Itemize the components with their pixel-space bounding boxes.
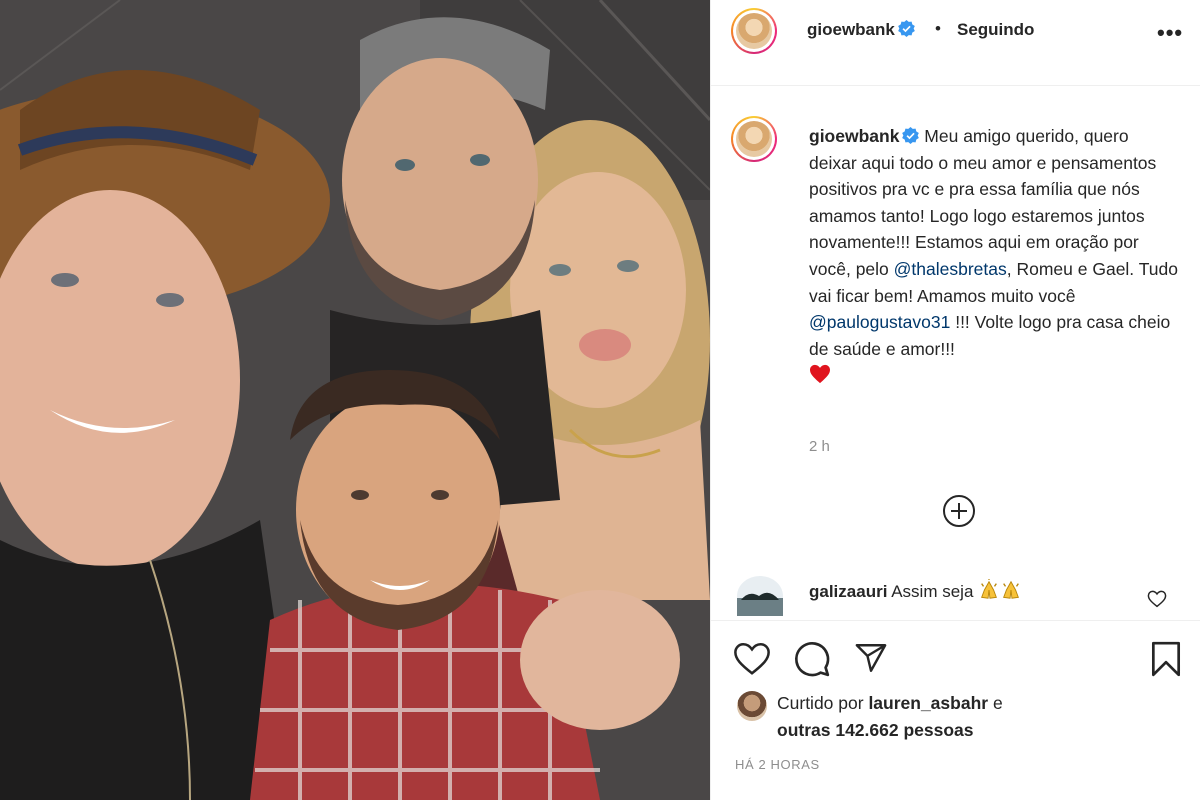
likes-middle: e bbox=[988, 693, 1003, 713]
save-bookmark-icon[interactable] bbox=[1149, 640, 1183, 678]
like-heart-icon[interactable] bbox=[733, 641, 771, 677]
comment-item: galizaauri Assim seja bbox=[809, 579, 1022, 602]
mention-link[interactable]: @thalesbretas bbox=[894, 259, 1007, 279]
comment-username[interactable]: galizaauri bbox=[809, 582, 887, 601]
caption-time: 2 h bbox=[809, 438, 830, 455]
post-actions: Curtido por lauren_asbahr e outras 142.66… bbox=[711, 620, 1200, 800]
caption-author-avatar[interactable] bbox=[731, 116, 777, 162]
commenter-avatar[interactable] bbox=[737, 576, 783, 616]
following-button[interactable]: Seguindo bbox=[957, 20, 1034, 40]
post-header: gioewbank • Seguindo ••• bbox=[711, 0, 1200, 86]
author-avatar[interactable] bbox=[731, 8, 777, 54]
group-selfie-image bbox=[0, 0, 710, 800]
praying-hands-emoji-icon bbox=[981, 579, 998, 599]
red-heart-emoji-icon bbox=[810, 365, 830, 384]
header-separator: • bbox=[935, 19, 941, 38]
liker-avatar[interactable] bbox=[737, 691, 767, 721]
likes-prefix: Curtido por bbox=[777, 693, 869, 713]
likes-others-link[interactable]: outras 142.662 pessoas bbox=[777, 720, 974, 740]
post-timestamp: HÁ 2 HORAS bbox=[735, 757, 820, 772]
comment-like-heart-icon[interactable] bbox=[1147, 590, 1167, 608]
caption-username[interactable]: gioewbank bbox=[809, 126, 899, 146]
likes-summary: Curtido por lauren_asbahr e outras 142.66… bbox=[777, 690, 1003, 744]
author-username[interactable]: gioewbank bbox=[807, 20, 915, 40]
liker-username[interactable]: lauren_asbahr bbox=[868, 693, 988, 713]
caption-text-1: Meu amigo querido, quero deixar aqui tod… bbox=[809, 126, 1157, 279]
mention-link[interactable]: @paulogustavo31 bbox=[809, 312, 950, 332]
more-options-icon[interactable]: ••• bbox=[1157, 20, 1183, 46]
author-username-text[interactable]: gioewbank bbox=[807, 20, 895, 39]
post-photo[interactable] bbox=[0, 0, 710, 800]
praying-hands-emoji-icon bbox=[1003, 580, 1020, 599]
post-caption: gioewbank Meu amigo querido, quero deixa… bbox=[809, 123, 1181, 389]
post-sidebar: gioewbank • Seguindo ••• gioewbank Meu a… bbox=[710, 0, 1200, 800]
comment-bubble-icon[interactable] bbox=[793, 640, 831, 678]
comment-text: Assim seja bbox=[887, 582, 979, 601]
share-send-icon[interactable] bbox=[853, 641, 889, 675]
verified-badge-icon bbox=[898, 20, 915, 37]
verified-badge-icon bbox=[902, 127, 920, 144]
load-more-comments-icon[interactable] bbox=[942, 494, 976, 528]
